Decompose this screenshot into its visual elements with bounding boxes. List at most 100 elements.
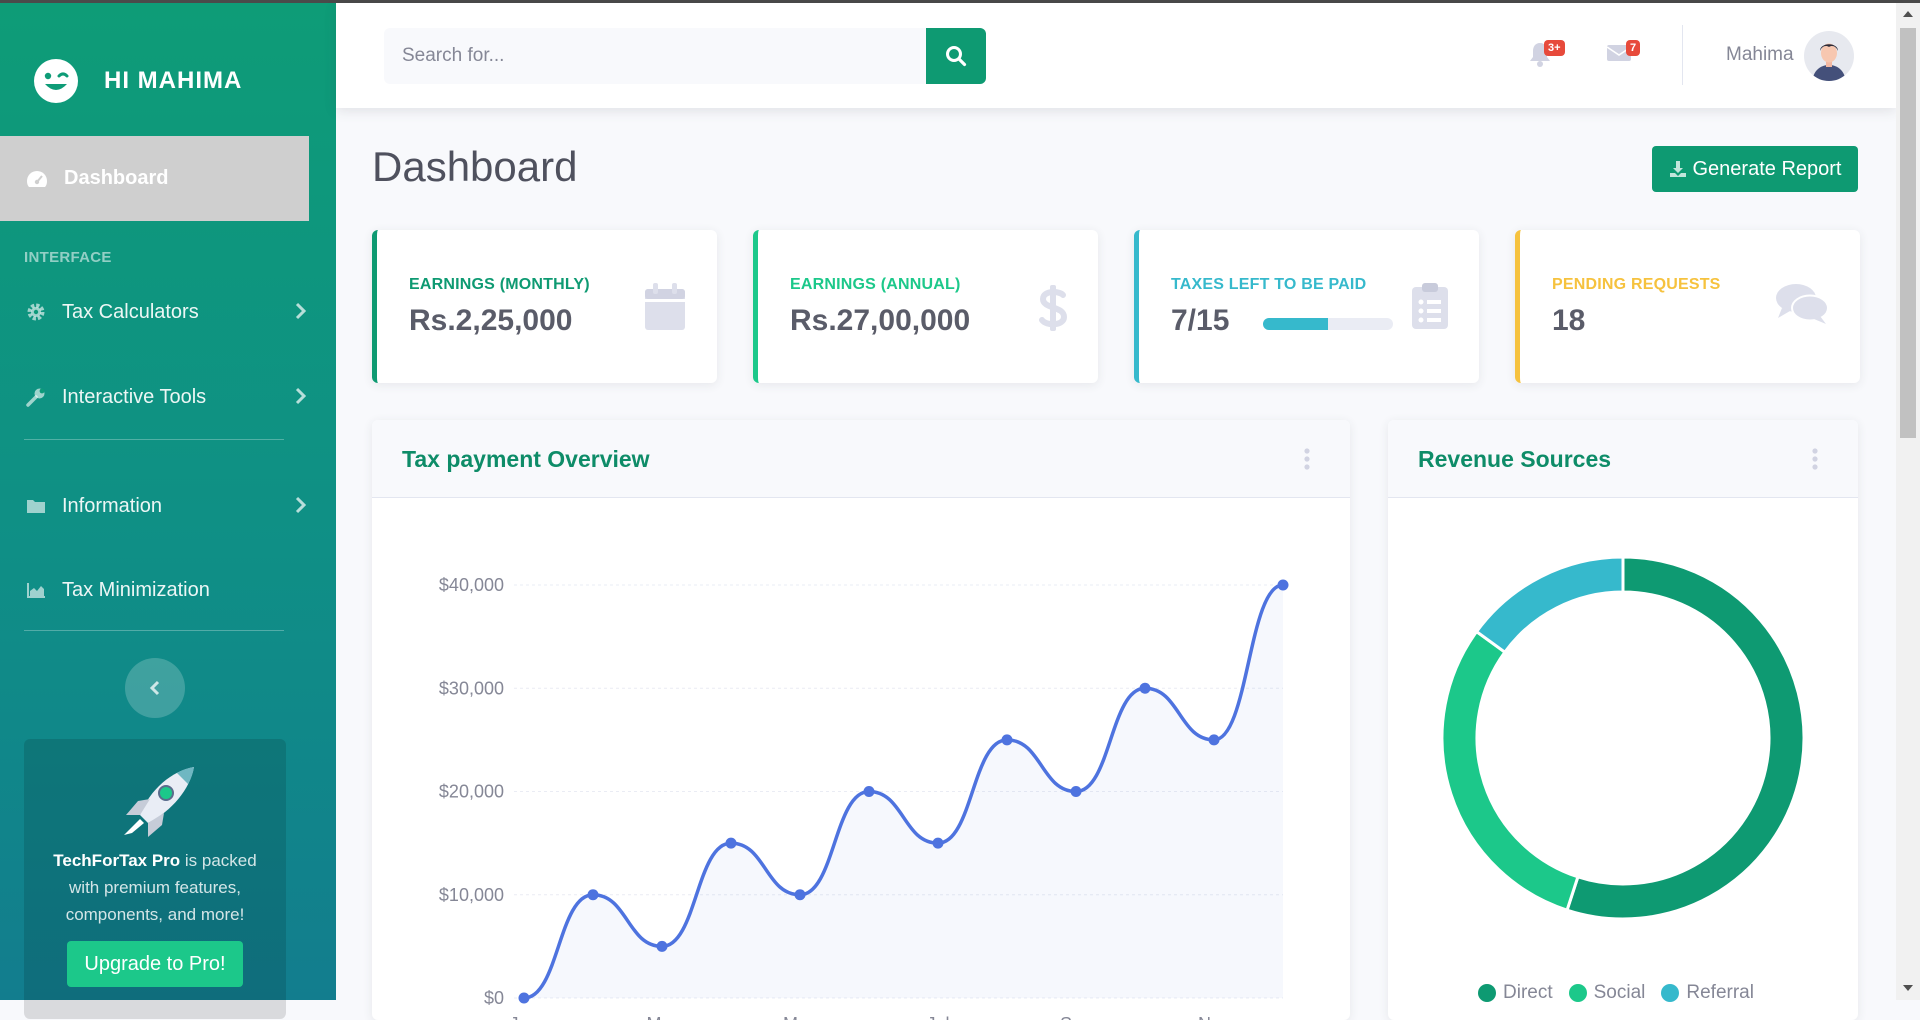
x-tick-label: Jan xyxy=(509,1014,538,1020)
stat-card-title: Pending Requests xyxy=(1552,276,1721,293)
messages-count-badge: 7 xyxy=(1626,40,1641,56)
stat-card-value: 18 xyxy=(1552,304,1586,337)
data-point-aug[interactable] xyxy=(1001,734,1013,746)
scrollbar-thumb[interactable] xyxy=(1900,28,1916,438)
sidebar-item-tax-calculators[interactable]: Tax Calculators xyxy=(0,282,336,342)
stat-card-title: Taxes left to be paid xyxy=(1171,276,1367,293)
slice-social[interactable] xyxy=(1440,629,1580,913)
generate-report-button[interactable]: Generate Report xyxy=(1652,146,1858,192)
promo-brand: TechForTax Pro xyxy=(53,851,181,870)
more-vertical-icon[interactable] xyxy=(1304,448,1310,470)
generate-report-label: Generate Report xyxy=(1692,157,1842,180)
data-point-feb[interactable] xyxy=(587,889,599,901)
sidebar-promo-card: TechForTax Pro is packed with premium fe… xyxy=(24,739,286,1019)
revenue-sources-panel: Revenue Sources Direct Social Referral xyxy=(1388,420,1858,1020)
sidebar-item-label: Tax Minimization xyxy=(62,578,210,601)
panel-header: Revenue Sources xyxy=(1388,420,1858,498)
sidebar-item-label: Tax Calculators xyxy=(62,300,199,323)
legend-item-direct[interactable]: Direct xyxy=(1478,982,1553,1004)
stat-card-value: Rs.27,00,000 xyxy=(790,304,971,337)
legend-label: Social xyxy=(1593,982,1646,1003)
search-input[interactable] xyxy=(384,28,926,84)
data-point-may[interactable] xyxy=(794,889,806,901)
legend-swatch xyxy=(1478,984,1496,1002)
search-icon xyxy=(946,46,967,67)
user-avatar-icon xyxy=(1804,31,1854,81)
legend-item-social[interactable]: Social xyxy=(1568,982,1646,1004)
y-tick-label: $40,000 xyxy=(439,575,504,595)
y-tick-label: $30,000 xyxy=(439,678,504,698)
scroll-up-arrow-icon[interactable] xyxy=(1903,11,1913,17)
legend-swatch xyxy=(1568,984,1587,1002)
legend-label: Direct xyxy=(1503,982,1553,1003)
more-vertical-icon[interactable] xyxy=(1812,448,1818,470)
tax-payment-overview-panel: Tax payment Overview $0 $10,000 $20,000 $30… xyxy=(372,420,1350,1020)
data-point-apr[interactable] xyxy=(725,837,737,849)
promo-text: TechForTax Pro is packed with premium fe… xyxy=(38,847,272,928)
y-tick-label: $10,000 xyxy=(439,885,504,905)
folder-icon xyxy=(27,500,45,513)
laugh-wink-icon xyxy=(34,59,78,103)
messages-dropdown[interactable]: 7 xyxy=(1606,40,1641,68)
page-scrollbar[interactable] xyxy=(1896,3,1920,1000)
x-tick-label: Mar xyxy=(647,1014,678,1020)
data-point-jan[interactable] xyxy=(518,992,530,1004)
data-point-jun[interactable] xyxy=(863,786,875,797)
sidebar: HI MAHIMA Dashboard INTERFACE Tax Calcul… xyxy=(0,3,336,1019)
data-point-jul[interactable] xyxy=(932,837,944,849)
brand-title: HI MAHIMA xyxy=(104,67,243,94)
y-tick-label: $20,000 xyxy=(439,782,504,802)
clipboard-list-icon xyxy=(1412,283,1448,329)
panel-title: Tax payment Overview xyxy=(402,446,650,472)
revenue-sources-donut-chart xyxy=(1440,555,1806,921)
x-tick-label: Nov xyxy=(1198,1014,1230,1020)
data-point-mar[interactable] xyxy=(656,940,668,952)
chevron-right-icon xyxy=(295,387,306,405)
download-icon xyxy=(1669,161,1686,177)
x-tick-label: Jul xyxy=(926,1014,949,1020)
sidebar-brand[interactable]: HI MAHIMA xyxy=(32,57,242,105)
search-button[interactable] xyxy=(926,28,986,84)
sidebar-item-interactive-tools[interactable]: Interactive Tools xyxy=(0,367,336,427)
data-point-dec[interactable] xyxy=(1277,579,1289,591)
tax-payment-area-chart: $0 $10,000 $20,000 $30,000 $40,000 Jan Mar May J… xyxy=(439,575,1289,1020)
x-tick-label: May xyxy=(783,1014,817,1020)
comments-icon xyxy=(1776,284,1829,324)
user-name[interactable]: Mahima xyxy=(1726,44,1794,66)
search-form xyxy=(384,28,986,84)
sidebar-heading: INTERFACE xyxy=(24,249,112,266)
upgrade-button[interactable]: Upgrade to Pro! xyxy=(67,941,243,987)
sidebar-item-label: Information xyxy=(62,494,163,517)
panel-header: Tax payment Overview xyxy=(372,420,1350,498)
stat-card-value: Rs.2,25,000 xyxy=(409,304,573,337)
slice-direct[interactable] xyxy=(1565,555,1806,921)
data-point-nov[interactable] xyxy=(1208,734,1220,746)
sidebar-item-information[interactable]: Information xyxy=(0,476,336,536)
slice-referral[interactable] xyxy=(1474,555,1625,655)
calendar-icon xyxy=(645,283,685,330)
data-point-sep[interactable] xyxy=(1070,786,1082,797)
chevron-right-icon xyxy=(295,302,306,320)
sidebar-item-tax-minimization[interactable]: Tax Minimization xyxy=(0,560,336,620)
chevron-left-icon xyxy=(149,680,160,696)
sidebar-toggle-button[interactable] xyxy=(125,658,185,718)
stat-card-pending-requests: Pending Requests 18 xyxy=(1515,230,1860,383)
scroll-down-arrow-icon[interactable] xyxy=(1903,985,1913,991)
taxes-progress-bar xyxy=(1263,318,1393,330)
legend-item-referral[interactable]: Referral xyxy=(1661,982,1754,1004)
stat-card-value: 7/15 xyxy=(1171,304,1230,337)
stat-card-taxes-left: Taxes left to be paid 7/15 xyxy=(1134,230,1479,383)
legend-label: Referral xyxy=(1686,982,1754,1003)
sidebar-item-dashboard[interactable]: Dashboard xyxy=(0,136,309,221)
stat-card-title: Earnings (Monthly) xyxy=(409,276,590,293)
x-tick-label: Sep xyxy=(1060,1014,1092,1020)
alerts-dropdown[interactable]: 3+ xyxy=(1528,40,1565,72)
topbar: 3+ 7 Mahima xyxy=(336,3,1896,108)
sidebar-divider xyxy=(24,630,284,631)
avatar[interactable] xyxy=(1804,31,1854,81)
panel-title: Revenue Sources xyxy=(1418,446,1612,472)
page-title: Dashboard xyxy=(372,143,578,190)
stat-card-earnings-annual: Earnings (Annual) Rs.27,00,000 xyxy=(753,230,1098,383)
area-chart-icon xyxy=(27,583,45,598)
data-point-oct[interactable] xyxy=(1139,682,1151,694)
